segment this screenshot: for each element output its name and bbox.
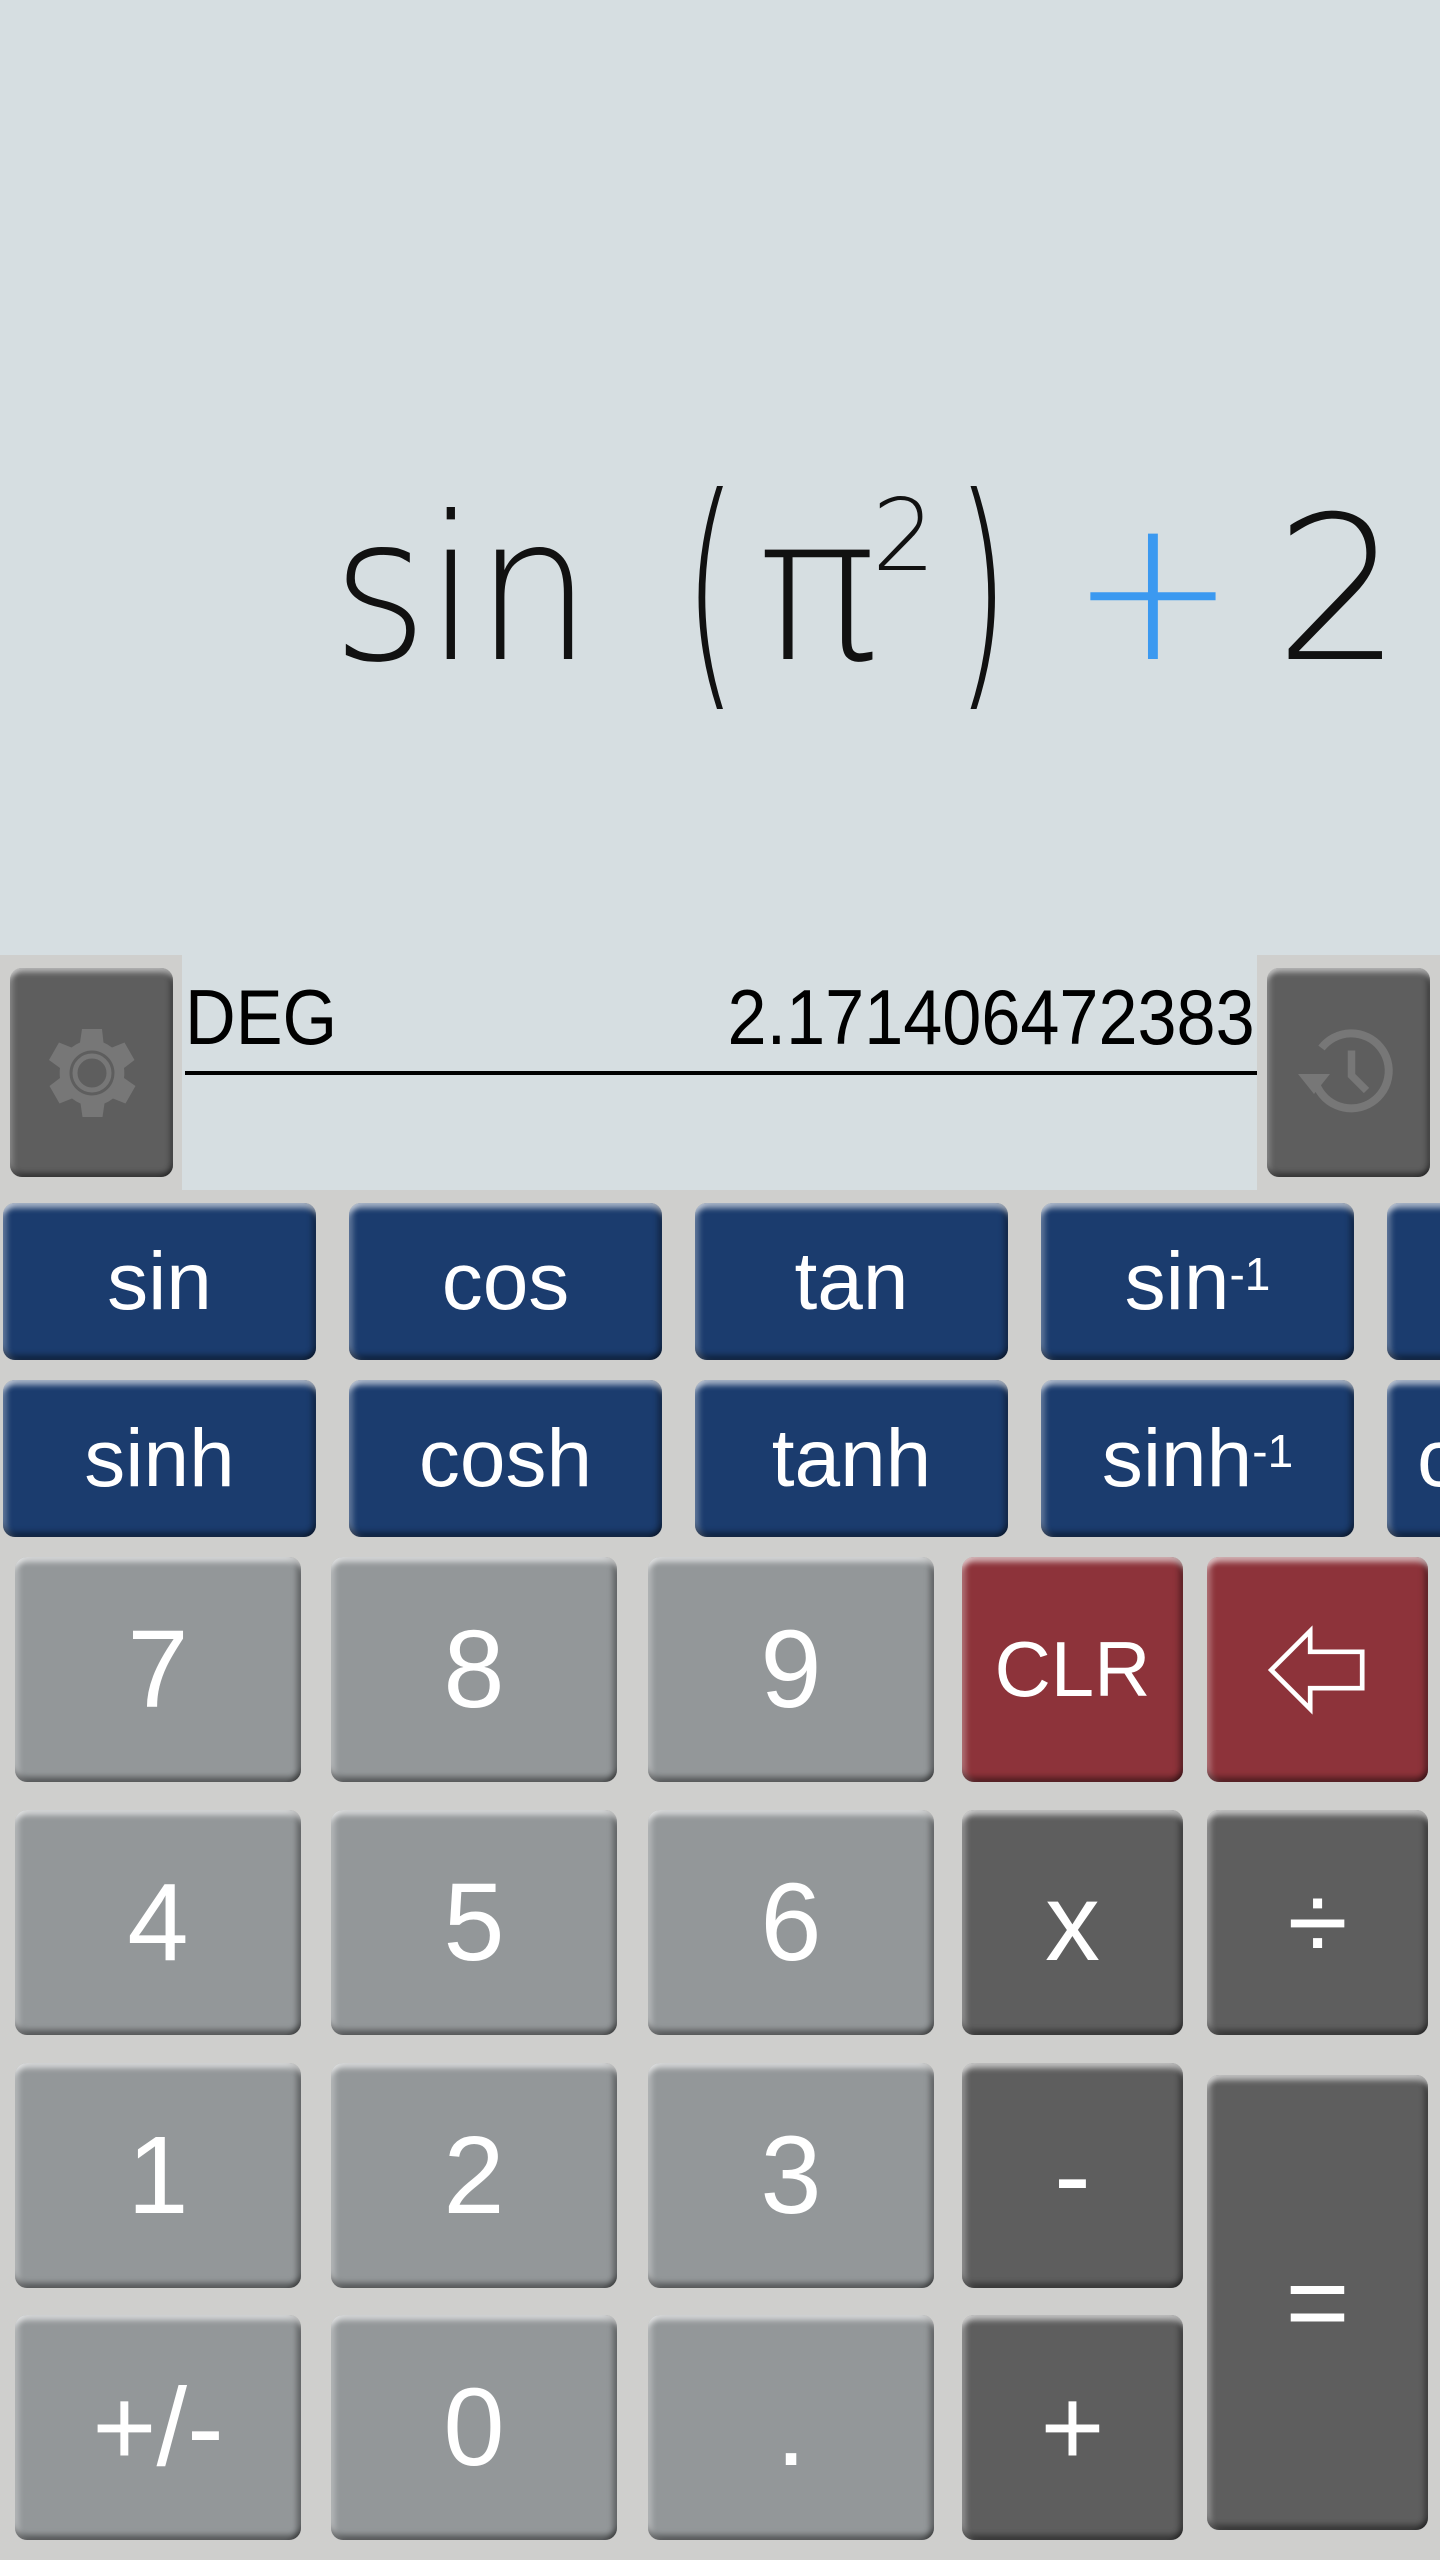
expression[interactable]: sin ( π 2 ) + 2 [331,440,1403,740]
expression-base: π [757,473,878,707]
cos-button[interactable]: cos [349,1203,662,1360]
digit-3-button[interactable]: 3 [648,2063,934,2288]
digit-5-button[interactable]: 5 [331,1810,617,2035]
digit-9-button[interactable]: 9 [648,1557,934,1782]
decimal-point-button[interactable]: . [648,2315,934,2540]
backspace-button[interactable] [1207,1557,1428,1782]
clear-button[interactable]: CLR [962,1557,1183,1782]
digit-0-button[interactable]: 0 [331,2315,617,2540]
digit-8-button[interactable]: 8 [331,1557,617,1782]
digit-1-button[interactable]: 1 [15,2063,301,2288]
digit-2-button[interactable]: 2 [331,2063,617,2288]
function-button-row2-col5[interactable]: c [1387,1380,1440,1537]
subtract-button[interactable]: - [962,2063,1183,2288]
cosh-button[interactable]: cosh [349,1380,662,1537]
expression-function: sin [331,473,592,707]
negate-button[interactable]: +/- [15,2315,301,2540]
expression-operator: + [1069,473,1237,707]
history-button[interactable] [1267,968,1430,1177]
expression-open-paren: ( [683,444,738,735]
tan-button[interactable]: tan [695,1203,1008,1360]
result-underline [185,1071,1257,1075]
angle-mode-label[interactable]: DEG [185,972,337,1063]
arcsin-button[interactable]: sin -1 [1041,1203,1354,1360]
expression-operand: 2 [1274,473,1402,707]
settings-button[interactable] [10,968,173,1177]
digit-7-button[interactable]: 7 [15,1557,301,1782]
multiply-button[interactable]: x [962,1810,1183,2035]
result-value: 2.171406472383 [727,973,1255,1061]
tanh-button[interactable]: tanh [695,1380,1008,1537]
add-button[interactable]: + [962,2315,1183,2540]
expression-close-paren: ) [955,444,1009,735]
divide-button[interactable]: ÷ [1207,1810,1428,2035]
arcsinh-button[interactable]: sinh -1 [1041,1380,1354,1537]
history-icon [1297,1028,1393,1112]
gear-icon [48,1028,136,1117]
digit-6-button[interactable]: 6 [648,1810,934,2035]
backspace-arrow-icon [1267,1624,1365,1715]
function-button-row1-col5[interactable] [1387,1203,1440,1360]
equals-button[interactable]: = [1207,2075,1428,2530]
sinh-button[interactable]: sinh [3,1380,316,1537]
sin-button[interactable]: sin [3,1203,316,1360]
digit-4-button[interactable]: 4 [15,1810,301,2035]
expression-exponent: 2 [872,476,936,594]
